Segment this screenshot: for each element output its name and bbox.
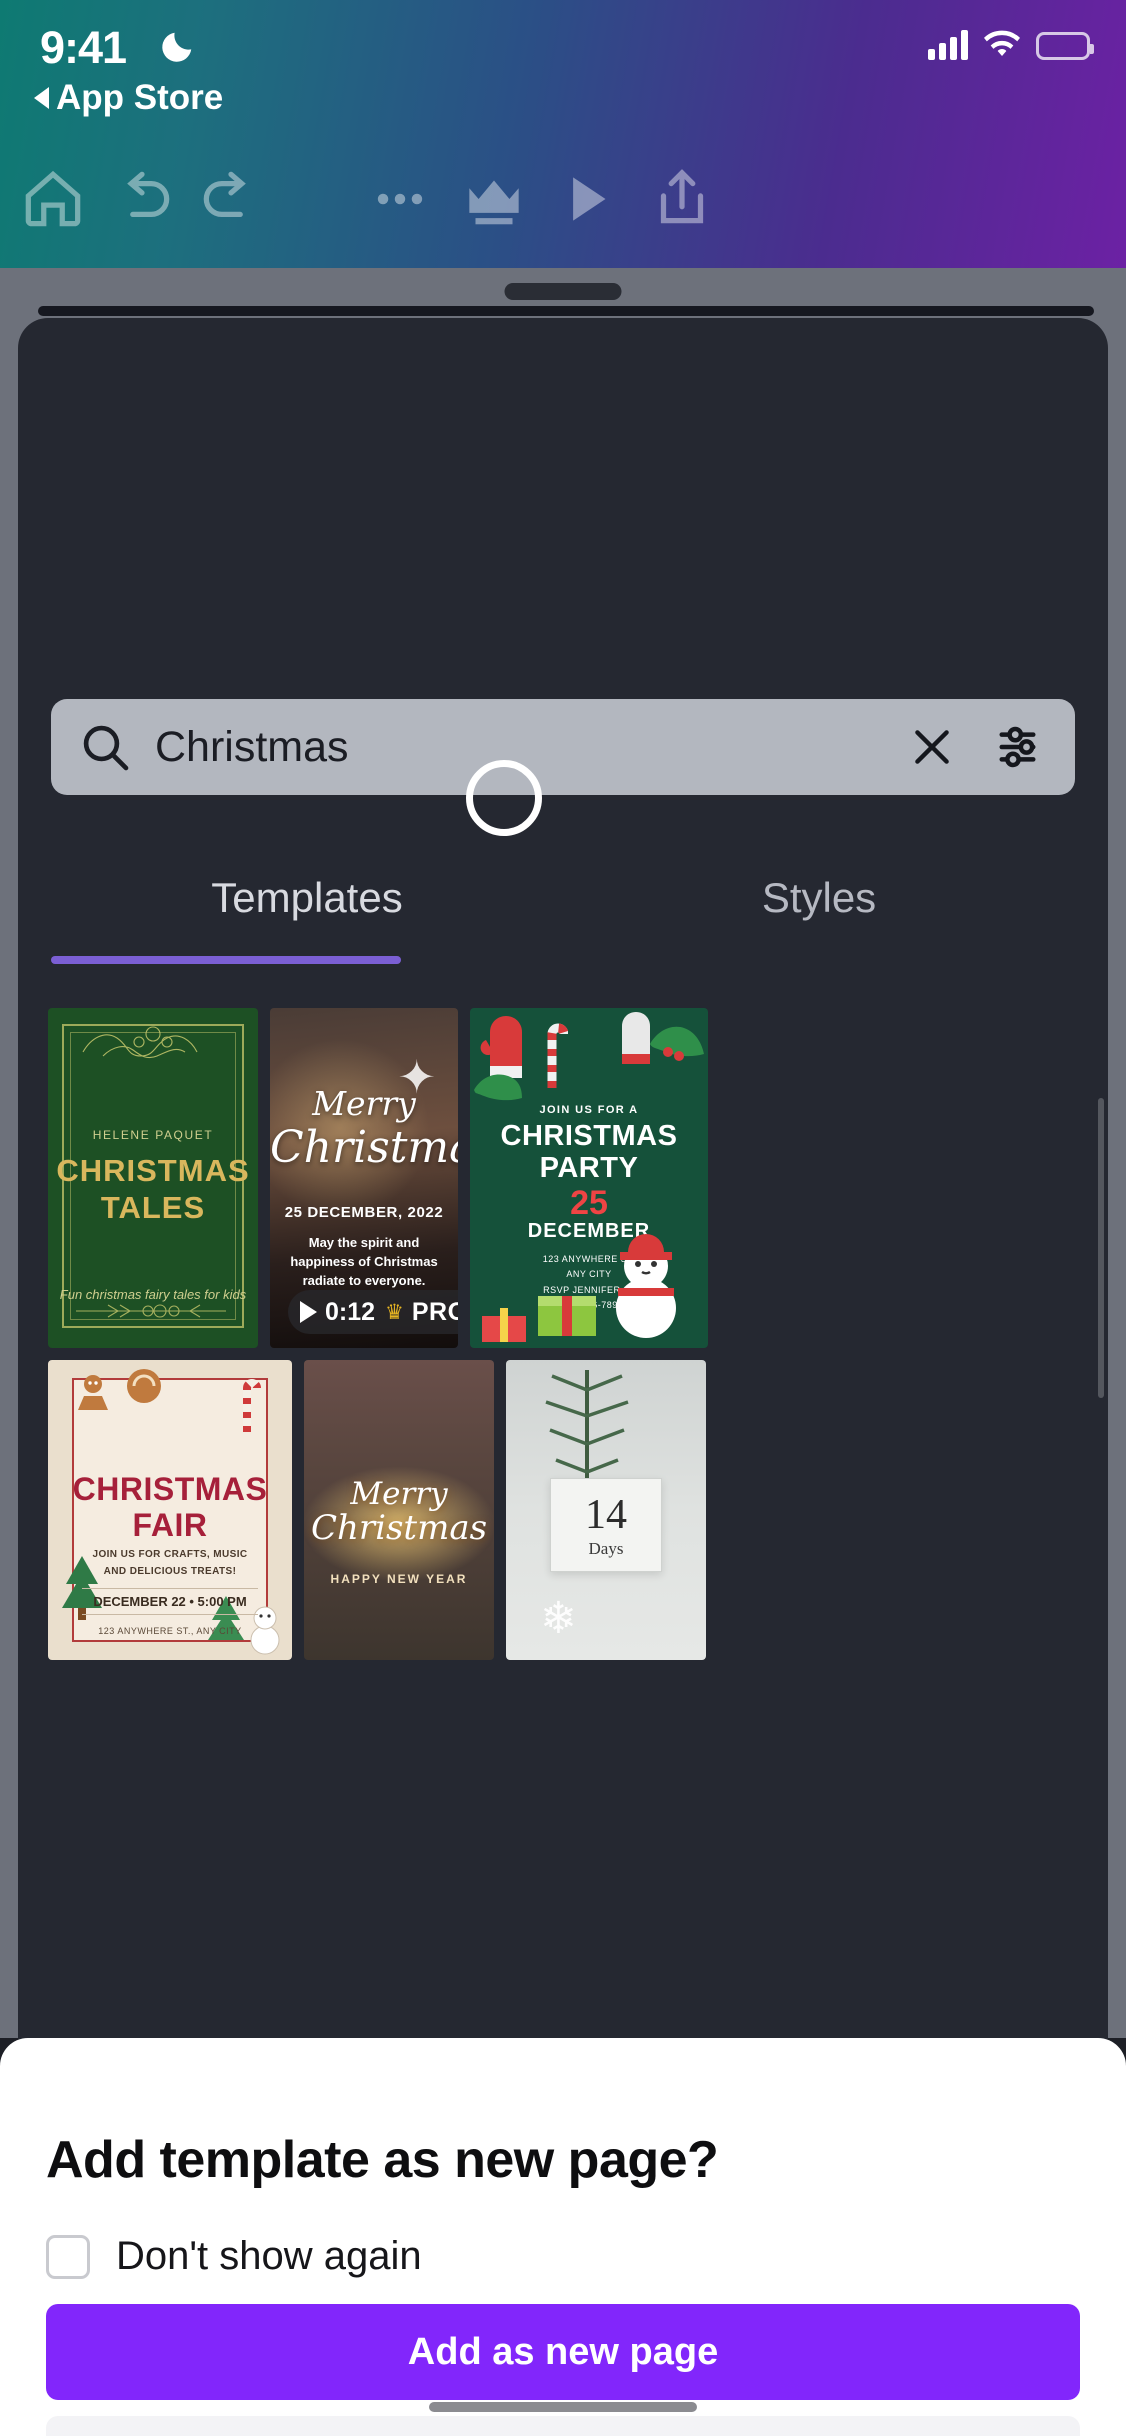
tab-templates[interactable]: Templates <box>51 838 563 958</box>
template-row: CHRISTMAS FAIR JOIN US FOR CRAFTS, MUSIC… <box>48 1360 1108 1660</box>
template-card-christmas-fair[interactable]: CHRISTMAS FAIR JOIN US FOR CRAFTS, MUSIC… <box>48 1360 292 1660</box>
add-as-new-page-button[interactable]: Add as new page <box>46 2304 1080 2400</box>
template-eyebrow: JOIN US FOR A <box>539 1104 639 1116</box>
dialog-title: Add template as new page? <box>46 2131 719 2189</box>
play-icon <box>300 1301 317 1323</box>
template-address: 123 ANYWHERE ST., ANY CITY <box>98 1626 242 1636</box>
active-tab-underline <box>51 956 401 964</box>
template-title-line2: TALES <box>100 1190 206 1226</box>
template-date: 25 DECEMBER, 2022 <box>284 1204 444 1221</box>
search-icon <box>83 725 129 771</box>
crown-icon: ♛ <box>385 1300 404 1324</box>
template-subtitle: HAPPY NEW YEAR <box>330 1572 468 1586</box>
template-title-line2: PARTY <box>539 1152 639 1185</box>
play-icon[interactable] <box>550 162 624 236</box>
replace-current-page-button[interactable]: Replace current page <box>46 2416 1080 2436</box>
template-day: 25 <box>570 1184 608 1222</box>
snowman-icon <box>616 1234 676 1338</box>
template-card-christmas-tales[interactable]: HELENE PAQUET CHRISTMAS TALES Fun christ… <box>48 1008 258 1348</box>
template-script-title: Merry Christmas <box>270 1084 458 1174</box>
panel-tabs: Templates Styles <box>51 838 1075 958</box>
template-title-line1: CHRISTMAS <box>56 1153 250 1188</box>
candy-cane-icon <box>547 1023 568 1088</box>
template-title: CHRISTMAS FAIR <box>48 1471 292 1544</box>
cellular-signal-icon <box>928 30 968 60</box>
template-card-countdown-14-days[interactable]: 14 Days ❄ <box>506 1360 706 1660</box>
dont-show-again-label: Don't show again <box>116 2234 422 2278</box>
template-title-line1: CHRISTMAS <box>72 1471 268 1507</box>
ornament-icon <box>82 1026 198 1059</box>
editor-top-chrome: 9:41 App Store <box>0 0 1126 268</box>
template-title-line1: CHRISTMAS <box>500 1120 678 1152</box>
snowflake-icon: ❄ <box>540 1594 577 1643</box>
crown-icon[interactable] <box>457 162 531 236</box>
template-subtitle: JOIN US FOR CRAFTS, MUSIC AND DELICIOUS … <box>92 1549 248 1577</box>
home-indicator <box>429 2402 697 2412</box>
candy-cane-icon <box>243 1379 261 1432</box>
template-search-panel: Christmas Templates Styles HELENE PAQUET… <box>18 318 1108 2058</box>
status-bar-indicators <box>928 30 1094 60</box>
video-duration-pro-badge: 0:12 ♛ PRO <box>288 1290 458 1334</box>
template-title: CHRISTMAS PARTY <box>470 1120 708 1185</box>
tab-styles[interactable]: Styles <box>563 838 1075 958</box>
divider-ornament-icon <box>76 1304 226 1318</box>
back-arrow-icon <box>34 87 49 109</box>
video-duration: 0:12 <box>325 1297 376 1326</box>
add-template-dialog: Add template as new page? Don't show aga… <box>0 2038 1126 2436</box>
gingerbread-man-icon <box>78 1375 108 1410</box>
script-line2: Christmas <box>270 1122 458 1174</box>
status-bar: 9:41 App Store <box>0 0 1126 140</box>
gift-box-icon <box>482 1308 526 1342</box>
moon-icon <box>162 32 192 62</box>
dont-show-again-row[interactable]: Don't show again <box>46 2234 422 2279</box>
holly-leaf-icon <box>474 1074 522 1101</box>
template-card-christmas-party[interactable]: JOIN US FOR A CHRISTMAS PARTY 25 DECEMBE… <box>470 1008 708 1348</box>
search-bar[interactable]: Christmas <box>51 699 1075 795</box>
script-line1: Merry <box>350 1476 448 1512</box>
template-title-line2: FAIR <box>132 1506 208 1543</box>
more-options-icon[interactable] <box>363 162 437 236</box>
template-title: CHRISTMAS TALES <box>48 1152 258 1226</box>
gift-box-icon <box>538 1296 596 1336</box>
script-line2: Christmas <box>310 1507 488 1548</box>
sheet-drag-handle[interactable] <box>504 283 622 300</box>
template-author: HELENE PAQUET <box>92 1128 214 1142</box>
battery-icon <box>1036 32 1094 60</box>
home-icon[interactable] <box>16 162 90 236</box>
dont-show-again-checkbox[interactable] <box>46 2234 90 2279</box>
template-card-merry-christmas-gold[interactable]: Merry Christmas HAPPY NEW YEAR <box>304 1360 494 1660</box>
filter-sliders-icon[interactable] <box>995 720 1049 774</box>
close-icon[interactable] <box>907 722 957 772</box>
undo-icon[interactable] <box>105 162 179 236</box>
redo-icon[interactable] <box>194 162 268 236</box>
tab-templates-label: Templates <box>211 874 403 921</box>
cookie-icon <box>127 1369 161 1403</box>
holly-leaf-icon <box>650 1026 704 1061</box>
template-body-text: May the spirit and happiness of Christma… <box>290 1235 438 1288</box>
panel-top-edge <box>38 306 1094 316</box>
countdown-card: 14 Days <box>550 1478 662 1572</box>
template-row: HELENE PAQUET CHRISTMAS TALES Fun christ… <box>48 1008 1108 1348</box>
touch-point <box>466 760 542 836</box>
status-bar-time: 9:41 <box>40 22 127 73</box>
back-to-app-store-link[interactable]: App Store <box>34 78 223 118</box>
countdown-label: Days <box>588 1539 624 1558</box>
pro-badge-label: PRO <box>411 1297 458 1326</box>
editor-toolbar <box>0 146 1126 266</box>
search-input[interactable]: Christmas <box>155 723 907 772</box>
countdown-number: 14 <box>585 1492 627 1538</box>
back-link-label: App Store <box>56 78 224 117</box>
tab-styles-label: Styles <box>761 874 877 921</box>
panel-scrollbar[interactable] <box>1098 1098 1104 1398</box>
template-card-merry-christmas-video[interactable]: ✦ Merry Christmas 25 DECEMBER, 2022 May … <box>270 1008 458 1348</box>
wifi-icon <box>984 30 1020 56</box>
template-date: DECEMBER 22 • 5:00 PM <box>82 1588 258 1615</box>
template-script-title: Merry Christmas <box>304 1478 494 1546</box>
template-grid: HELENE PAQUET CHRISTMAS TALES Fun christ… <box>48 1008 1108 1672</box>
script-line1: Merry <box>312 1084 416 1123</box>
share-icon[interactable] <box>645 162 719 236</box>
